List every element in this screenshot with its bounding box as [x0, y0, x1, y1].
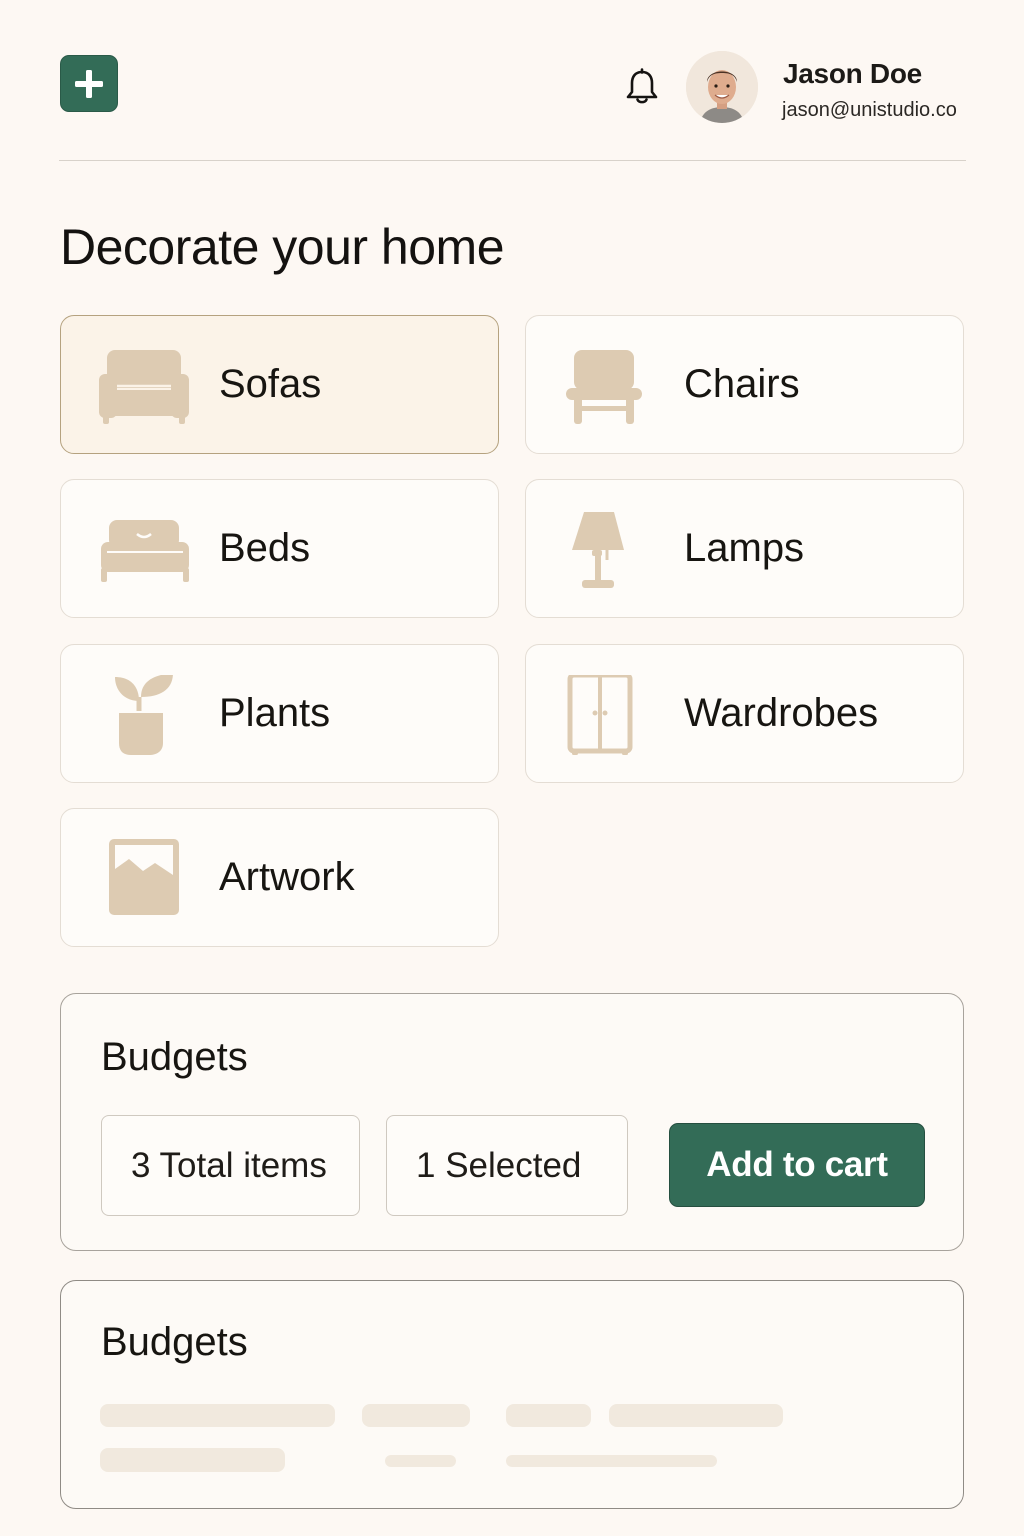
plant-icon: [115, 675, 173, 755]
skeleton-line: [385, 1455, 456, 1467]
bed-icon: [101, 520, 189, 582]
sofa-icon: [99, 350, 189, 424]
wardrobe-icon: [567, 675, 633, 755]
skeleton-line: [506, 1404, 591, 1427]
header-divider: [59, 160, 966, 161]
category-label: Artwork: [219, 855, 355, 899]
category-chairs[interactable]: Chairs: [525, 315, 964, 454]
user-name: Jason Doe: [783, 58, 922, 89]
category-label: Wardrobes: [684, 691, 879, 735]
category-beds[interactable]: Beds: [60, 479, 499, 618]
skeleton-line: [100, 1404, 335, 1427]
selected-stat: 1 Selected: [386, 1115, 628, 1216]
category-wardrobes[interactable]: Wardrobes: [525, 644, 964, 783]
page-title: Decorate your home: [60, 219, 505, 275]
category-artwork[interactable]: Artwork: [60, 808, 499, 947]
page: Jason Doe jason@unistudio.co Decorate yo…: [0, 0, 1024, 1536]
category-sofas[interactable]: Sofas: [60, 315, 499, 454]
category-label: Sofas: [219, 362, 322, 406]
category-lamps[interactable]: Lamps: [525, 479, 964, 618]
budgets-title: Budgets: [101, 1035, 248, 1079]
skeleton-line: [506, 1455, 717, 1467]
total-items-stat: 3 Total items: [101, 1115, 360, 1216]
add-to-cart-button[interactable]: Add to cart: [669, 1123, 925, 1207]
skeleton-line: [362, 1404, 470, 1427]
chair-icon: [566, 350, 642, 424]
user-email: jason@unistudio.co: [782, 99, 957, 121]
artwork-icon: [109, 839, 179, 915]
bell-icon[interactable]: [624, 68, 660, 106]
category-label: Beds: [219, 526, 311, 570]
add-button[interactable]: [60, 55, 118, 112]
category-label: Lamps: [684, 526, 805, 570]
lamp-icon: [572, 512, 624, 588]
skeleton-line: [100, 1448, 285, 1472]
budgets-placeholder-panel: Budgets: [60, 1280, 964, 1509]
category-plants[interactable]: Plants: [60, 644, 499, 783]
avatar[interactable]: [686, 51, 758, 123]
budgets-placeholder-title: Budgets: [101, 1320, 248, 1364]
category-label: Chairs: [684, 362, 800, 406]
skeleton-line: [609, 1404, 783, 1427]
category-label: Plants: [219, 691, 331, 735]
user-avatar-icon: [686, 51, 758, 123]
plus-icon: [75, 69, 103, 98]
budgets-panel: Budgets 3 Total items 1 Selected Add to …: [60, 993, 964, 1251]
